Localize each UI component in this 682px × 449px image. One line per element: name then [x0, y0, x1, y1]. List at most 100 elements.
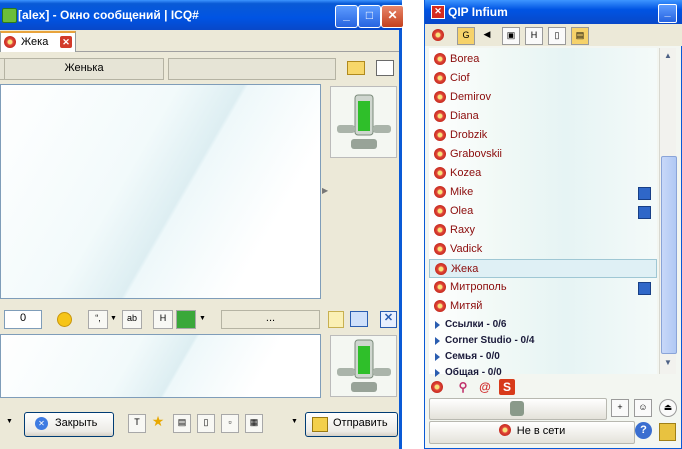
star-icon[interactable]: ★ — [150, 414, 166, 431]
splitter-arrow-icon[interactable]: ▶ — [322, 186, 328, 196]
contact-status-flower-icon — [434, 300, 446, 312]
contact-row[interactable]: Raxy — [429, 221, 657, 240]
contact-status-flower-icon — [434, 281, 446, 293]
options-dropdown-icon[interactable]: ▼ — [6, 418, 13, 425]
offline-flower-icon — [498, 424, 511, 436]
contact-status-flower-icon — [434, 205, 446, 217]
qip-toolbar: G ◀ ▣ H ▯ ▤ — [425, 24, 682, 46]
group-name: Ссылки - 0/6 — [445, 319, 507, 330]
send-options-dropdown-icon[interactable]: ▼ — [291, 418, 298, 425]
users-icon[interactable]: ☺ — [634, 399, 652, 417]
input-toolbar: 0 “, ▼ ab H ▼ ... ✕ — [0, 307, 399, 331]
contact-row[interactable]: Borea — [429, 50, 657, 69]
history-icon[interactable]: H — [153, 310, 173, 329]
info-dots-field: ... — [221, 310, 320, 329]
tab-close-icon[interactable]: ✕ — [60, 36, 72, 48]
qip-status-row: Не в сети ? — [429, 421, 679, 444]
contacts-icon[interactable]: ▣ — [502, 27, 520, 45]
contact-group[interactable]: Семья - 0/0 — [429, 350, 657, 366]
search-icon[interactable]: ⚲ — [455, 379, 471, 395]
sound-icon[interactable]: ◀ — [479, 27, 495, 43]
contact-row[interactable]: Kozea — [429, 164, 657, 183]
eject-icon[interactable]: ⏏ — [659, 399, 677, 417]
close-panel-icon[interactable]: ✕ — [380, 311, 397, 328]
plugin-s-icon[interactable]: S — [499, 379, 515, 395]
qip-minimize-button[interactable]: _ — [658, 4, 677, 23]
contact-row[interactable]: Olea — [429, 202, 657, 221]
message-icon[interactable] — [638, 282, 651, 295]
note-icon[interactable] — [328, 311, 344, 328]
key-icon[interactable] — [659, 423, 676, 441]
history-icon[interactable]: H — [525, 27, 543, 45]
notes-icon[interactable]: ▤ — [571, 27, 589, 45]
expand-arrow-icon[interactable] — [435, 337, 440, 345]
contact-name: Raxy — [450, 224, 476, 236]
chat-title-text: [alex] - Окно сообщений | ICQ# — [18, 8, 199, 22]
message-input[interactable] — [0, 334, 321, 398]
expand-arrow-icon[interactable] — [435, 321, 440, 329]
message-icon[interactable] — [638, 206, 651, 219]
save-dropdown-icon[interactable]: ▼ — [199, 315, 206, 322]
contact-status-flower-icon — [434, 129, 446, 141]
close-button[interactable]: ✕ Закрыть — [24, 412, 114, 437]
group-mode-icon[interactable]: G — [457, 27, 475, 45]
text-format-icon[interactable]: T — [128, 414, 146, 433]
translit-icon[interactable]: ab — [122, 310, 142, 329]
email-icon[interactable]: @ — [477, 379, 493, 395]
maximize-button[interactable]: □ — [358, 5, 381, 28]
contact-row[interactable]: Митяй — [429, 297, 657, 316]
status-flower-icon[interactable] — [432, 29, 444, 41]
sms-icon[interactable]: ▫ — [221, 414, 239, 433]
save-icon[interactable] — [176, 310, 196, 329]
quote-dropdown-icon[interactable]: ▼ — [110, 315, 117, 322]
contact-list-scrollbar[interactable]: ▲ ▼ — [659, 48, 677, 374]
chat-bottom-bar: ▼ ✕ Закрыть T ★ ▤ ▯ ▫ ▦ ▼ Отправить — [0, 405, 399, 445]
contact-group[interactable]: Corner Studio - 0/4 — [429, 334, 657, 350]
message-history[interactable] — [0, 84, 321, 299]
status-button[interactable]: Не в сети — [429, 421, 635, 444]
help-icon[interactable]: ? — [635, 422, 652, 439]
mobile-icon[interactable]: ▯ — [197, 414, 215, 433]
add-contact-icon[interactable]: + — [611, 399, 629, 417]
contact-row[interactable]: Diana — [429, 107, 657, 126]
contact-row[interactable]: Grabovskii — [429, 145, 657, 164]
contact-name: Demirov — [450, 91, 491, 103]
scroll-down-icon[interactable]: ▼ — [661, 356, 675, 370]
message-count-field: 0 — [4, 310, 42, 329]
contact-status-flower-icon — [434, 72, 446, 84]
contact-status-flower-icon — [434, 148, 446, 160]
send-button[interactable]: Отправить — [305, 412, 398, 437]
contact-row[interactable]: Demirov — [429, 88, 657, 107]
qip-title-bar[interactable]: ✕ QIP Infium _ — [425, 0, 682, 24]
minimize-button[interactable]: _ — [335, 5, 358, 28]
expand-arrow-icon[interactable] — [435, 353, 440, 361]
window-list-icon[interactable]: ▤ — [173, 414, 191, 433]
windows-icon[interactable]: ▦ — [245, 414, 263, 433]
phone-icon[interactable]: ▯ — [548, 27, 566, 45]
quote-icon[interactable]: “, — [88, 310, 108, 329]
main-menu-flower-icon[interactable] — [431, 381, 443, 393]
scroll-thumb[interactable] — [661, 156, 677, 354]
qip-main-button[interactable] — [429, 398, 607, 420]
contact-row[interactable]: Митрополь — [429, 278, 657, 297]
contact-card-icon[interactable] — [347, 61, 365, 75]
chat-title-bar[interactable]: [alex] - Окно сообщений | ICQ# _ □ ✕ — [0, 0, 404, 30]
window-close-button[interactable]: ✕ — [381, 5, 404, 28]
contact-row[interactable]: Drobzik — [429, 126, 657, 145]
tab-contact[interactable]: Жека ✕ — [0, 31, 76, 52]
window-mode-icon[interactable] — [376, 60, 394, 76]
smiley-icon[interactable] — [57, 312, 72, 327]
contact-group[interactable]: Ссылки - 0/6 — [429, 318, 657, 334]
chat-app-icon — [2, 8, 17, 23]
contact-row[interactable]: Vadick — [429, 240, 657, 259]
qip-tools-row: + ☺ ⏏ — [429, 398, 679, 420]
scroll-up-icon[interactable]: ▲ — [661, 49, 675, 63]
contact-name: Mike — [450, 186, 474, 198]
layout-icon[interactable] — [350, 311, 368, 327]
contact-list[interactable]: Borea Ciof Demirov Diana Drobzik Grabovskii Ko… — [429, 48, 657, 378]
contact-row[interactable]: Жека — [429, 259, 657, 278]
message-icon[interactable] — [638, 187, 651, 200]
contact-row[interactable]: Ciof — [429, 69, 657, 88]
contact-row[interactable]: Mike — [429, 183, 657, 202]
qip-bottom-icons: ⚲ @ S — [425, 376, 682, 398]
